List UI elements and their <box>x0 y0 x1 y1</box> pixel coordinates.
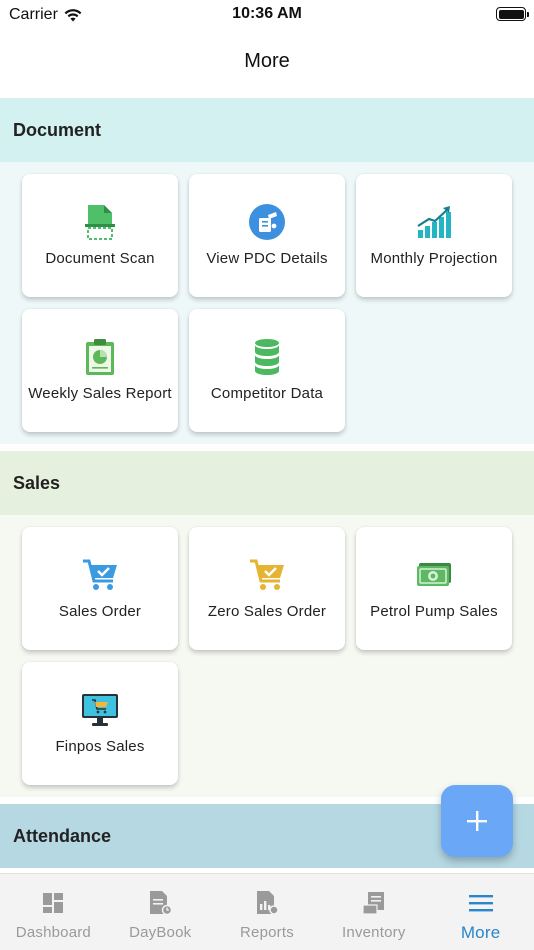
inventory-icon <box>361 890 387 916</box>
section-document: Document Document Scan View PDC Details … <box>0 98 534 444</box>
tab-label: More <box>460 923 501 942</box>
tile-label: View PDC Details <box>206 249 328 267</box>
tab-label: Reports <box>240 924 294 941</box>
database-icon <box>247 337 287 377</box>
tile-document-scan[interactable]: Document Scan <box>22 174 178 297</box>
tile-label: Zero Sales Order <box>207 602 327 620</box>
tile-label: Sales Order <box>58 602 142 620</box>
cash-icon <box>414 555 454 595</box>
shopping-cart-icon <box>247 555 287 595</box>
tab-label: Inventory <box>342 924 406 941</box>
shopping-cart-icon <box>80 555 120 595</box>
tile-monthly-projection[interactable]: Monthly Projection <box>356 174 512 297</box>
reports-icon <box>254 890 280 916</box>
growth-chart-icon <box>414 202 454 242</box>
tile-competitor-data[interactable]: Competitor Data <box>189 309 345 432</box>
tab-label: DayBook <box>129 924 192 941</box>
tile-label: Document Scan <box>45 249 155 267</box>
tile-label: Petrol Pump Sales <box>370 602 498 620</box>
content-scroll[interactable]: Document Document Scan View PDC Details … <box>0 98 534 873</box>
status-time: 10:36 AM <box>232 5 302 22</box>
daybook-icon <box>147 890 173 916</box>
document-scan-icon <box>80 202 120 242</box>
tile-label: Monthly Projection <box>370 249 498 267</box>
section-header-sales: Sales <box>0 451 534 515</box>
page-title: More <box>244 50 290 72</box>
plus-icon <box>467 811 487 831</box>
status-bar: Carrier 10:36 AM <box>0 0 534 30</box>
tab-bar: Dashboard DayBook Reports Inventory More <box>0 873 534 950</box>
tile-grid-document: Document Scan View PDC Details Monthly P… <box>0 162 534 444</box>
tile-view-pdc-details[interactable]: View PDC Details <box>189 174 345 297</box>
pos-monitor-icon <box>80 690 120 730</box>
tile-label: Weekly Sales Report <box>28 384 172 402</box>
tile-label: Finpos Sales <box>55 737 145 755</box>
tile-grid-sales: Sales Order Zero Sales Order Petrol Pump… <box>0 515 534 797</box>
battery-icon <box>496 7 529 21</box>
tile-zero-sales-order[interactable]: Zero Sales Order <box>189 527 345 650</box>
pdc-details-icon <box>247 202 287 242</box>
tab-daybook[interactable]: DayBook <box>107 874 214 950</box>
menu-icon <box>468 890 494 916</box>
tile-weekly-sales-report[interactable]: Weekly Sales Report <box>22 309 178 432</box>
tab-dashboard[interactable]: Dashboard <box>0 874 107 950</box>
tab-inventory[interactable]: Inventory <box>320 874 427 950</box>
add-fab-button[interactable] <box>441 785 513 857</box>
tab-label: Dashboard <box>15 924 91 941</box>
tab-reports[interactable]: Reports <box>214 874 321 950</box>
dashboard-icon <box>40 890 66 916</box>
tab-more[interactable]: More <box>427 874 534 950</box>
tile-petrol-pump-sales[interactable]: Petrol Pump Sales <box>356 527 512 650</box>
section-header-document: Document <box>0 98 534 162</box>
section-sales: Sales Sales Order Zero Sales Order Petro… <box>0 451 534 797</box>
tile-label: Competitor Data <box>210 384 324 402</box>
tile-sales-order[interactable]: Sales Order <box>22 527 178 650</box>
clipboard-report-icon <box>80 337 120 377</box>
tile-finpos-sales[interactable]: Finpos Sales <box>22 662 178 785</box>
